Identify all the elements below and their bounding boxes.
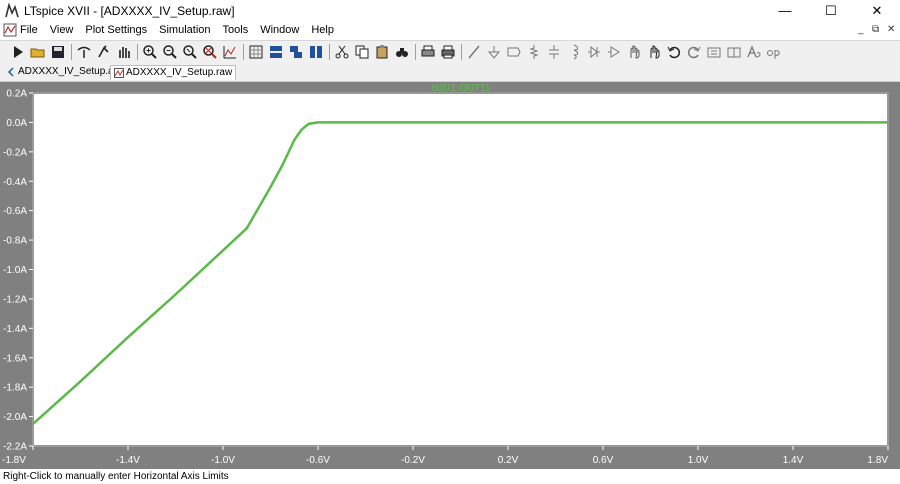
y-tick-label: -1.8A — [3, 383, 27, 394]
menu-tools[interactable]: Tools — [223, 24, 249, 36]
mdi-close-button[interactable]: ✕ — [887, 24, 895, 35]
toolbar-separator — [71, 44, 72, 60]
zoom-back-icon[interactable] — [182, 44, 198, 60]
grid-icon[interactable] — [248, 44, 264, 60]
menu-view[interactable]: View — [50, 24, 74, 36]
menu-help[interactable]: Help — [311, 24, 334, 36]
toolbar-separator — [329, 44, 330, 60]
resistor-icon[interactable] — [526, 44, 542, 60]
y-tick-label: -0.2A — [3, 147, 27, 158]
diode-icon[interactable] — [586, 44, 602, 60]
mdi-minimize-button[interactable]: _ — [858, 24, 864, 35]
menu-file[interactable]: File — [20, 24, 38, 36]
y-tick-label: -2.0A — [3, 412, 27, 423]
x-tick-label: 1.0V — [688, 455, 709, 466]
waveform-doc-icon[interactable] — [3, 23, 17, 37]
ltspice-logo-icon — [5, 3, 19, 18]
plot-window[interactable]: 0.2A 0.0A -0.2A -0.4A -0.6A -0.8A -1.0A -1.2A -1… — [0, 82, 900, 469]
menu-plot-settings[interactable]: Plot Settings — [85, 24, 147, 36]
control-panel-icon[interactable] — [76, 44, 92, 60]
x-tick-label: 0.6V — [593, 455, 614, 466]
text-icon[interactable] — [746, 44, 762, 60]
toolbar-separator — [243, 44, 244, 60]
tile-vertical-icon[interactable] — [308, 44, 324, 60]
zoom-out-icon[interactable] — [162, 44, 178, 60]
maximize-button[interactable]: ☐ — [808, 0, 854, 22]
save-icon[interactable] — [50, 44, 66, 60]
window-title: LTspice XVII - [ADXXXX_IV_Setup.raw] — [24, 4, 235, 18]
y-tick-label: -1.2A — [3, 294, 27, 305]
menu-bar: File View Plot Settings Simulation Tools Wind… — [0, 22, 900, 41]
mirror-icon[interactable] — [726, 44, 742, 60]
x-tick-label: -0.2V — [401, 455, 425, 466]
rotate-icon[interactable] — [706, 44, 722, 60]
find-icon[interactable] — [394, 44, 410, 60]
copy-icon[interactable] — [354, 44, 370, 60]
waveform-tab-icon — [114, 68, 124, 78]
toolbar-separator — [137, 44, 138, 60]
autorange-icon[interactable] — [222, 44, 238, 60]
y-tick-label: 0.0A — [6, 118, 27, 129]
toolbar — [0, 41, 900, 64]
y-tick-label: -1.6A — [3, 353, 27, 364]
move-icon[interactable] — [626, 44, 642, 60]
x-tick-label: 1.4V — [783, 455, 804, 466]
y-tick-label: 0.2A — [6, 89, 27, 100]
trace-label[interactable]: Ix(U1:OUT1) — [432, 83, 490, 94]
status-bar: Right-Click to manually enter Horizontal… — [0, 469, 900, 484]
plot-pane[interactable] — [32, 92, 889, 447]
capacitor-icon[interactable] — [546, 44, 562, 60]
zoom-in-icon[interactable] — [142, 44, 158, 60]
menu-items: File View Plot Settings Simulation Tools Wind… — [20, 24, 334, 36]
component-icon[interactable] — [606, 44, 622, 60]
x-tick-label: -1.8V — [2, 455, 26, 466]
paste-icon[interactable] — [374, 44, 390, 60]
inductor-icon[interactable] — [566, 44, 582, 60]
cascade-icon[interactable] — [288, 44, 304, 60]
x-tick-label: 0.2V — [498, 455, 519, 466]
toolbar-separator — [415, 44, 416, 60]
drag-icon[interactable] — [646, 44, 662, 60]
ground-icon[interactable] — [486, 44, 502, 60]
tab-schematic[interactable]: ADXXXX_IV_Setup.asc — [3, 65, 127, 80]
zoom-fit-icon[interactable] — [202, 44, 218, 60]
redo-icon[interactable] — [686, 44, 702, 60]
y-tick-label: -0.6A — [3, 206, 27, 217]
y-tick-label: -2.2A — [3, 442, 27, 453]
x-tick-label: -0.6V — [306, 455, 330, 466]
toolbar-separator — [461, 44, 462, 60]
schematic-tab-icon — [7, 67, 14, 77]
waveform-plot[interactable]: 0.2A 0.0A -0.2A -0.4A -0.6A -0.8A -1.0A -1.2A -1… — [0, 82, 900, 469]
minimize-button[interactable]: — — [762, 0, 808, 22]
close-button[interactable]: ✕ — [854, 0, 900, 22]
cut-icon[interactable] — [334, 44, 350, 60]
spice-directive-icon[interactable] — [766, 44, 782, 60]
tab-waveform[interactable]: ADXXXX_IV_Setup.raw — [110, 65, 237, 80]
title-bar: LTspice XVII - [ADXXXX_IV_Setup.raw] — ☐… — [0, 0, 900, 22]
run-icon[interactable] — [10, 44, 26, 60]
tab-waveform-label: ADXXXX_IV_Setup.raw — [126, 67, 233, 78]
print-setup-icon[interactable] — [420, 44, 436, 60]
undo-icon[interactable] — [666, 44, 682, 60]
x-tick-label: -1.0V — [211, 455, 235, 466]
tile-horizontal-icon[interactable] — [268, 44, 284, 60]
label-icon[interactable] — [506, 44, 522, 60]
menu-simulation[interactable]: Simulation — [159, 24, 210, 36]
x-tick-label: -1.4V — [116, 455, 140, 466]
mdi-restore-button[interactable]: ⧉ — [872, 24, 879, 35]
x-tick-label: 1.8V — [867, 455, 888, 466]
halt-icon[interactable] — [96, 44, 112, 60]
menu-window[interactable]: Window — [260, 24, 299, 36]
open-icon[interactable] — [30, 44, 46, 60]
tab-schematic-label: ADXXXX_IV_Setup.asc — [18, 66, 124, 77]
y-tick-label: -0.8A — [3, 236, 27, 247]
print-icon[interactable] — [440, 44, 456, 60]
y-tick-label: -1.0A — [3, 265, 27, 276]
y-tick-label: -0.4A — [3, 177, 27, 188]
pan-icon[interactable] — [116, 44, 132, 60]
y-tick-label: -1.4A — [3, 324, 27, 335]
draw-wire-icon[interactable] — [466, 44, 482, 60]
document-tabs: ADXXXX_IV_Setup.asc ADXXXX_IV_Setup.raw — [0, 63, 900, 82]
